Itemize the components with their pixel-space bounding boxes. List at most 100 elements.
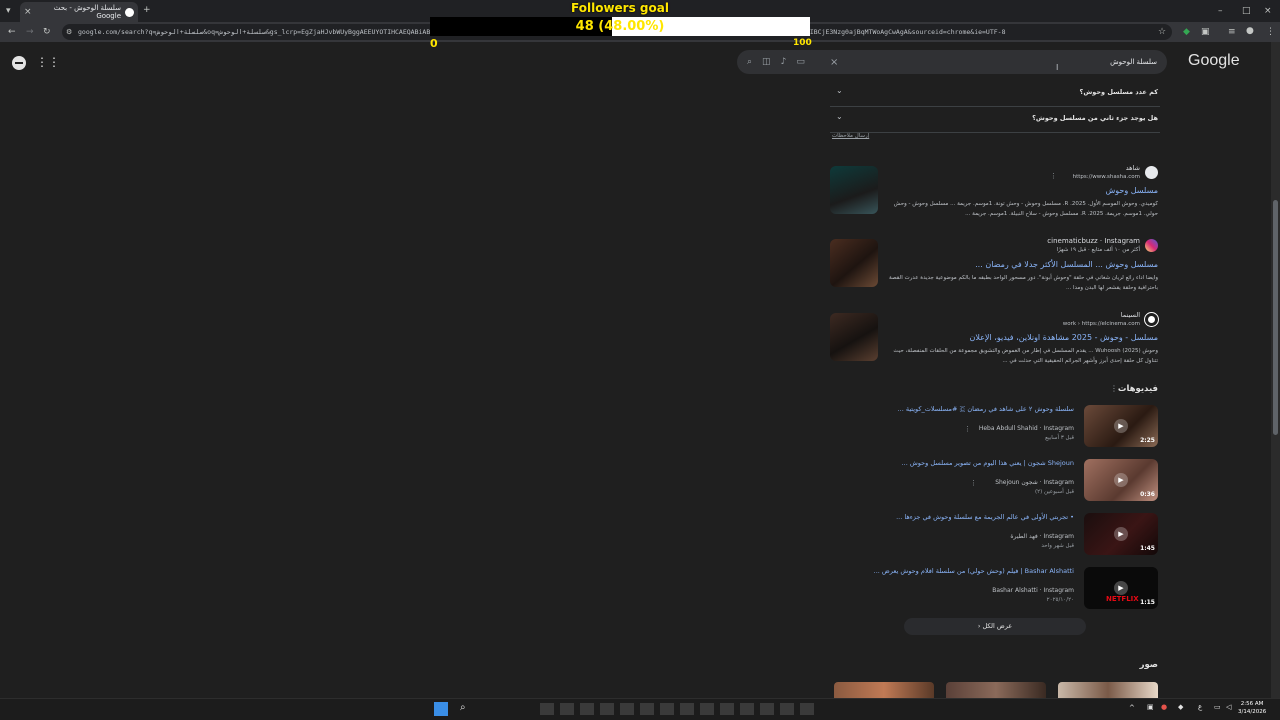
result-url[interactable]: https://www.shasha.com (1073, 174, 1140, 180)
clock-date: 3/14/2026 (1238, 709, 1267, 715)
result-title[interactable]: مسلسل وحوش (1105, 186, 1158, 195)
result-thumbnail[interactable] (830, 313, 878, 361)
search-icon[interactable]: ⌕ (747, 57, 752, 67)
video-result[interactable]: ▶ 0:36 Shejoun شجون | يعني هذا اليوم من … (870, 459, 1160, 503)
result-title[interactable]: مسلسل وحوش ... المسلسل الأكثر جدلا في رم… (975, 260, 1158, 269)
tray-app-icon[interactable]: ▣ (1147, 703, 1154, 711)
tab-search-icon[interactable]: ▾ (6, 5, 11, 17)
video-date: قبل شهر واحد (1041, 543, 1074, 549)
window-close-icon[interactable]: × (1264, 5, 1272, 17)
image-result[interactable] (1058, 682, 1158, 698)
site-info-icon[interactable]: ⚙ (66, 26, 72, 38)
show-all-videos-button[interactable]: عرض الكل ‹ (904, 618, 1086, 635)
result-snippet: وحوش (Wuhoosh (2025 ... يقدم المسلسل في … (893, 348, 1158, 364)
play-icon[interactable]: ▶ (1114, 581, 1128, 595)
keyboard-icon[interactable]: ▭ (796, 57, 805, 67)
windows-start-icon[interactable] (434, 702, 448, 716)
video-title[interactable]: Bashar Alshatti | فيلم (وحش حولي) من سلس… (874, 567, 1074, 575)
section-menu-icon[interactable]: ⋮ (1110, 384, 1118, 393)
result-site-name: cinematicbuzz · Instagram (1047, 237, 1140, 245)
feedback-link[interactable]: إرسال ملاحظات (832, 133, 869, 139)
video-source: فهد الطيرة · Instagram (1010, 533, 1074, 540)
main-menu-icon[interactable] (12, 56, 26, 70)
bookmark-star-icon[interactable]: ☆ (1158, 26, 1166, 38)
video-title[interactable]: • تجربتي الأولى في عالم الجريمة مع سلسلة… (896, 513, 1074, 521)
tray-app-icon[interactable]: ● (1161, 703, 1167, 711)
images-section-title: صور (1139, 660, 1158, 670)
search-input[interactable]: سلسلة الوحوش (1110, 58, 1157, 66)
question-text: هل يوجد جزء ثاني من مسلسل وحوش؟ (1032, 114, 1158, 122)
input-language-icon[interactable]: ع (1198, 703, 1202, 711)
search-result: شاهد https://www.shasha.com ⋮ مسلسل وحوش… (830, 162, 1160, 222)
scrollbar-thumb[interactable] (1273, 200, 1278, 435)
result-snippet: وايضا اداء رائع لريان شغاني في حلقة "وحو… (889, 275, 1158, 291)
maximize-icon[interactable]: □ (1242, 5, 1251, 17)
video-thumbnail[interactable]: ▶ 2:25 (1084, 405, 1158, 447)
google-logo[interactable]: Google (1188, 52, 1240, 70)
search-box[interactable]: ⌕ ◫ ♪ ▭ × سلسلة الوحوش (737, 50, 1167, 74)
followers-goal-title: Followers goal (571, 1, 669, 15)
more-options-icon[interactable]: ⋮ (964, 425, 971, 433)
video-date: قبل ٣ أسابيع (1045, 435, 1074, 441)
chrome-menu-icon[interactable]: ⋮ (1266, 26, 1275, 38)
taskbar-search-icon[interactable]: ⌕ (460, 702, 466, 713)
new-tab-button[interactable]: + (143, 4, 151, 16)
result-thumbnail[interactable] (830, 166, 878, 214)
video-title[interactable]: سلسلة وحوش ٢ على شاهد في رمضان 🇨 #مسلسلا… (898, 405, 1074, 414)
result-title[interactable]: مسلسل - وحوش - 2025 مشاهدة اونلاين، فيدي… (970, 333, 1159, 342)
video-duration: 0:36 (1140, 491, 1155, 498)
clock-time: 2:56 AM (1240, 701, 1264, 707)
show-all-label: عرض الكل (982, 622, 1013, 630)
image-result[interactable] (834, 682, 934, 698)
question-row[interactable]: هل يوجد جزء ثاني من مسلسل وحوش؟ ⌄ (830, 107, 1160, 133)
play-icon[interactable]: ▶ (1114, 527, 1128, 541)
video-result[interactable]: ▶ NETFLIX 1:15 Bashar Alshatti | فيلم (و… (870, 567, 1160, 611)
tray-app-icon[interactable]: ◆ (1178, 703, 1183, 711)
video-source: Bashar Alshatti · Instagram (992, 587, 1074, 594)
text-cursor-icon: I (1056, 63, 1059, 72)
play-icon[interactable]: ▶ (1114, 473, 1128, 487)
volume-icon[interactable]: ◁ (1226, 703, 1231, 711)
lens-icon[interactable]: ◫ (762, 57, 771, 67)
extension-shield-icon[interactable]: ◆ (1183, 26, 1190, 38)
video-thumbnail[interactable]: ▶ 1:45 (1084, 513, 1158, 555)
video-title[interactable]: Shejoun شجون | يعني هذا اليوم من تصوير م… (902, 459, 1074, 467)
tab-close-icon[interactable]: × (24, 7, 32, 17)
site-favicon (1145, 166, 1158, 179)
video-result[interactable]: ▶ 1:45 • تجربتي الأولى في عالم الجريمة م… (870, 513, 1160, 557)
taskbar-app-icons[interactable] (540, 703, 820, 715)
microphone-icon[interactable]: ♪ (781, 57, 787, 67)
more-options-icon[interactable]: ⋮ (1050, 172, 1057, 180)
tray-overflow-icon[interactable]: ^ (1129, 704, 1135, 712)
result-site-name: شاهد (1125, 164, 1140, 172)
question-row[interactable]: كم عدد مسلسل وحوش؟ ⌄ (830, 81, 1160, 107)
google-apps-icon[interactable]: ⋮⋮ (36, 55, 60, 69)
tab-groups-icon[interactable]: ≡ (1228, 26, 1236, 38)
play-icon[interactable]: ▶ (1114, 419, 1128, 433)
video-thumbnail[interactable]: ▶ 0:36 (1084, 459, 1158, 501)
minimize-icon[interactable]: – (1218, 5, 1223, 17)
result-meta: أكثر من ١٠ ألف متابع · قبل ١٩ شهرًا (1056, 247, 1140, 253)
clear-search-icon[interactable]: × (830, 57, 838, 68)
network-icon[interactable]: ▭ (1214, 703, 1221, 711)
result-url[interactable]: work › https://elcinema.com (1063, 321, 1140, 327)
search-result: السينما work › https://elcinema.com مسلس… (830, 309, 1160, 369)
chevron-down-icon[interactable]: ⌄ (836, 86, 843, 95)
video-duration: 1:15 (1140, 599, 1155, 606)
forward-icon[interactable]: → (26, 26, 34, 38)
chevron-down-icon[interactable]: ⌄ (836, 112, 843, 121)
elcinema-icon (1145, 313, 1158, 326)
video-source: Shejoun شجون · Instagram (995, 479, 1074, 486)
taskbar-clock[interactable]: 2:56 AM 3/14/2026 (1238, 700, 1266, 716)
reload-icon[interactable]: ↻ (43, 26, 51, 38)
browser-tab[interactable]: سلسلة الوحوش - بحث Google × (20, 2, 138, 22)
image-result[interactable] (946, 682, 1046, 698)
video-result[interactable]: ▶ 2:25 سلسلة وحوش ٢ على شاهد في رمضان 🇨 … (870, 405, 1160, 449)
profile-avatar[interactable]: ● (1246, 25, 1254, 37)
followers-goal-count: 48 (48.00%) (575, 19, 665, 34)
video-thumbnail[interactable]: ▶ NETFLIX 1:15 (1084, 567, 1158, 609)
extensions-icon[interactable]: ▣ (1201, 26, 1210, 38)
more-options-icon[interactable]: ⋮ (970, 479, 977, 487)
back-icon[interactable]: ← (8, 26, 16, 38)
result-thumbnail[interactable] (830, 239, 878, 287)
